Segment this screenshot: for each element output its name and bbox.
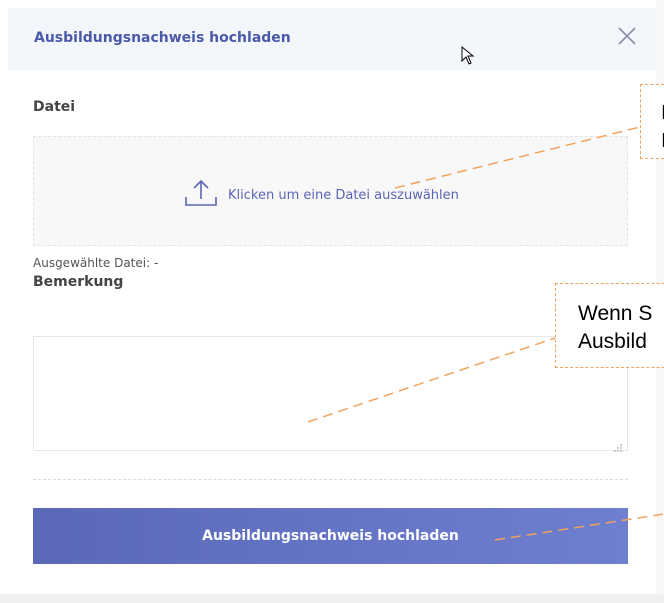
horizontal-scrollbar[interactable] [0,594,664,603]
annotation-callout-top: I I [640,84,664,159]
annotation-callout-middle: Wenn S Ausbild [555,283,664,368]
resize-grip-icon[interactable] [613,438,623,457]
callout-line: Wenn S [578,302,653,325]
remark-textarea[interactable] [33,336,628,451]
close-icon[interactable] [616,25,638,47]
mouse-cursor-icon [461,45,475,70]
modal-title: Ausbildungsnachweis hochladen [34,30,291,46]
upload-submit-button[interactable]: Ausbildungsnachweis hochladen [33,508,628,564]
file-section-label: Datei [33,99,76,115]
upload-icon [184,177,218,213]
callout-line: Ausbild [578,330,647,353]
modal-header: Ausbildungsnachweis hochladen [8,8,656,70]
file-dropzone[interactable]: Klicken um eine Datei auszuwählen [33,136,628,246]
selected-file-label: Ausgewählte Datei: - [33,256,159,270]
dropzone-text: Klicken um eine Datei auszuwählen [228,187,459,203]
remark-label: Bemerkung [33,274,124,290]
divider [33,479,628,480]
